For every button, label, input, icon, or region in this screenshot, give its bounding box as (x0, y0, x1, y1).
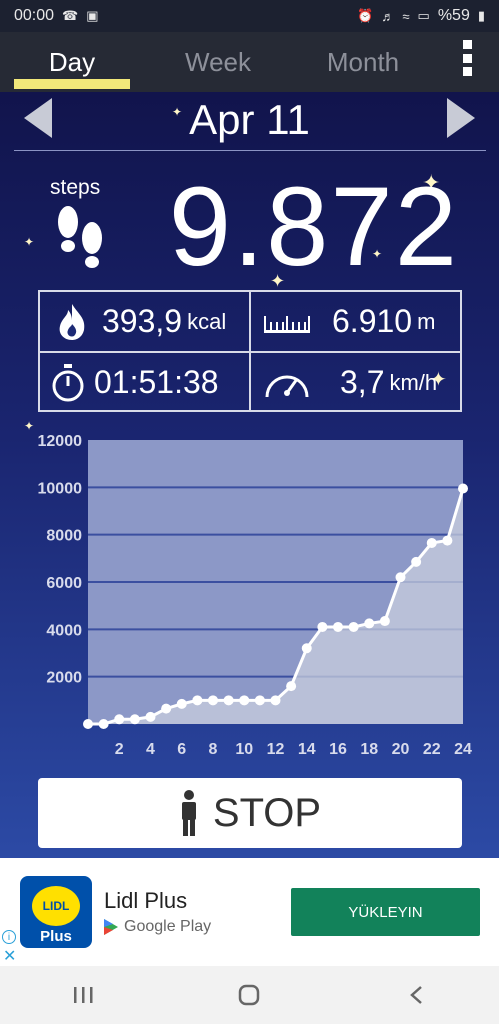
distance-stat: 6.910 m (262, 292, 435, 351)
chart-point (98, 719, 109, 729)
next-day-icon[interactable] (447, 98, 475, 138)
stopwatch-icon (48, 363, 88, 403)
y-tick-label: 8000 (46, 528, 82, 545)
chart-point (301, 643, 312, 654)
speedometer-icon (262, 363, 312, 403)
ad-info-icon[interactable]: i (2, 930, 16, 944)
active-tab-indicator (14, 79, 130, 89)
ad-store: Google Play (104, 918, 211, 936)
x-tick-label: 22 (423, 741, 441, 758)
duration-stat: 01:51:38 (48, 353, 219, 412)
footprints-icon (58, 206, 102, 268)
ad-banner[interactable]: LIDL Plus Lidl Plus Google Play YÜKLEYIN… (0, 858, 499, 966)
chart-point (145, 711, 156, 722)
chart-point (348, 621, 359, 632)
steps-chart: 200040006000800010000120002 4 6 8 10 12 14 16 18… (38, 433, 473, 758)
chart-point (270, 695, 281, 706)
duration-value: 01:51:38 (94, 364, 219, 400)
status-time: 00:00 (14, 7, 55, 24)
chart-point (333, 621, 343, 632)
calories-stat: 393,9 kcal (52, 292, 226, 351)
steps-count: 9.872 (168, 164, 459, 289)
google-play-icon (104, 919, 118, 935)
battery-icon: ▮ (477, 8, 485, 23)
stop-button-label: STOP (212, 790, 322, 835)
back-icon[interactable] (386, 975, 446, 1015)
person-icon (181, 790, 196, 836)
alarm-icon: ⏰ (357, 8, 374, 23)
x-tick-label: 2 (115, 741, 124, 758)
x-tick-label: 10 (235, 741, 253, 758)
chart-point (254, 695, 265, 706)
lidl-logo: LIDL Plus (20, 876, 92, 948)
chart-point (426, 537, 437, 548)
chart-point (442, 535, 453, 546)
chart-point (223, 695, 234, 706)
system-navigation-bar (0, 966, 499, 1024)
x-tick-label: 14 (298, 741, 316, 758)
chart-point (364, 618, 375, 629)
date-navigator: Apr 11 (0, 92, 499, 150)
chart-point (176, 698, 187, 709)
speed-unit: km/h (389, 369, 438, 395)
chart-point (114, 714, 125, 725)
battery-level: %59 (437, 7, 470, 24)
mute-icon: ♬ (381, 8, 395, 24)
x-tick-label: 16 (329, 741, 347, 758)
distance-value: 6.910 (332, 303, 413, 339)
chart-point (83, 719, 93, 729)
chart-point (458, 483, 468, 494)
y-tick-label: 10000 (38, 480, 83, 497)
wifi-icon: ≈ (402, 8, 410, 24)
tab-month[interactable]: Month (300, 32, 426, 92)
speed-value: 3,7 (340, 364, 385, 400)
recent-apps-icon[interactable] (53, 975, 113, 1015)
signal-icon: ▭ (417, 8, 430, 23)
y-tick-label: 2000 (46, 670, 82, 687)
stats-grid: 393,9 kcal 6.910 m 01:51:38 3,7 km/h (38, 290, 462, 412)
ad-close-icon[interactable]: ✕ (3, 946, 16, 966)
flame-icon (52, 302, 92, 342)
status-bar: 00:00 ☎ ▣ ⏰ ♬ ≈ ▭ %59 ▮ (0, 0, 499, 32)
calories-value: 393,9 (102, 303, 183, 339)
chart-point (239, 695, 250, 706)
distance-unit: m (417, 308, 436, 334)
main-panel: ✦ ✦ ✦ ✦ ✦ ✦ ✦ Apr 11 steps 9.872 393,9 k… (0, 92, 499, 858)
chart-point (411, 556, 422, 567)
ruler-icon (262, 302, 312, 342)
install-button[interactable]: YÜKLEYIN (291, 888, 480, 936)
divider (14, 150, 486, 151)
chart-point (208, 695, 218, 706)
chart-point (192, 695, 203, 706)
y-tick-label: 6000 (46, 575, 82, 592)
current-date: Apr 11 (189, 96, 310, 143)
x-tick-label: 4 (146, 741, 155, 758)
x-tick-label: 8 (209, 741, 218, 758)
star-decoration: ✦ (24, 235, 35, 249)
x-tick-label: 24 (454, 741, 472, 758)
chart-point (161, 703, 172, 714)
tab-week[interactable]: Week (160, 32, 276, 92)
steps-label: steps (50, 176, 101, 199)
ad-title: Lidl Plus (104, 888, 188, 913)
speed-stat: 3,7 km/h (262, 353, 437, 412)
overflow-menu-icon[interactable] (463, 40, 475, 76)
stop-button[interactable]: STOP (38, 778, 462, 848)
x-tick-label: 12 (267, 741, 285, 758)
calories-unit: kcal (187, 308, 227, 334)
chart-point (379, 616, 390, 627)
chart-point (317, 621, 328, 632)
y-tick-label: 12000 (38, 433, 83, 450)
chart-point (286, 681, 297, 692)
x-tick-label: 18 (360, 741, 378, 758)
chart-point (395, 572, 406, 583)
x-tick-label: 6 (177, 741, 186, 758)
x-tick-label: 20 (392, 741, 410, 758)
home-icon[interactable] (219, 975, 279, 1015)
y-tick-label: 4000 (46, 622, 82, 639)
whatsapp-icon: ☎ (62, 8, 79, 23)
app-notification-icon: ▣ (86, 8, 99, 23)
chart-point (129, 714, 140, 725)
